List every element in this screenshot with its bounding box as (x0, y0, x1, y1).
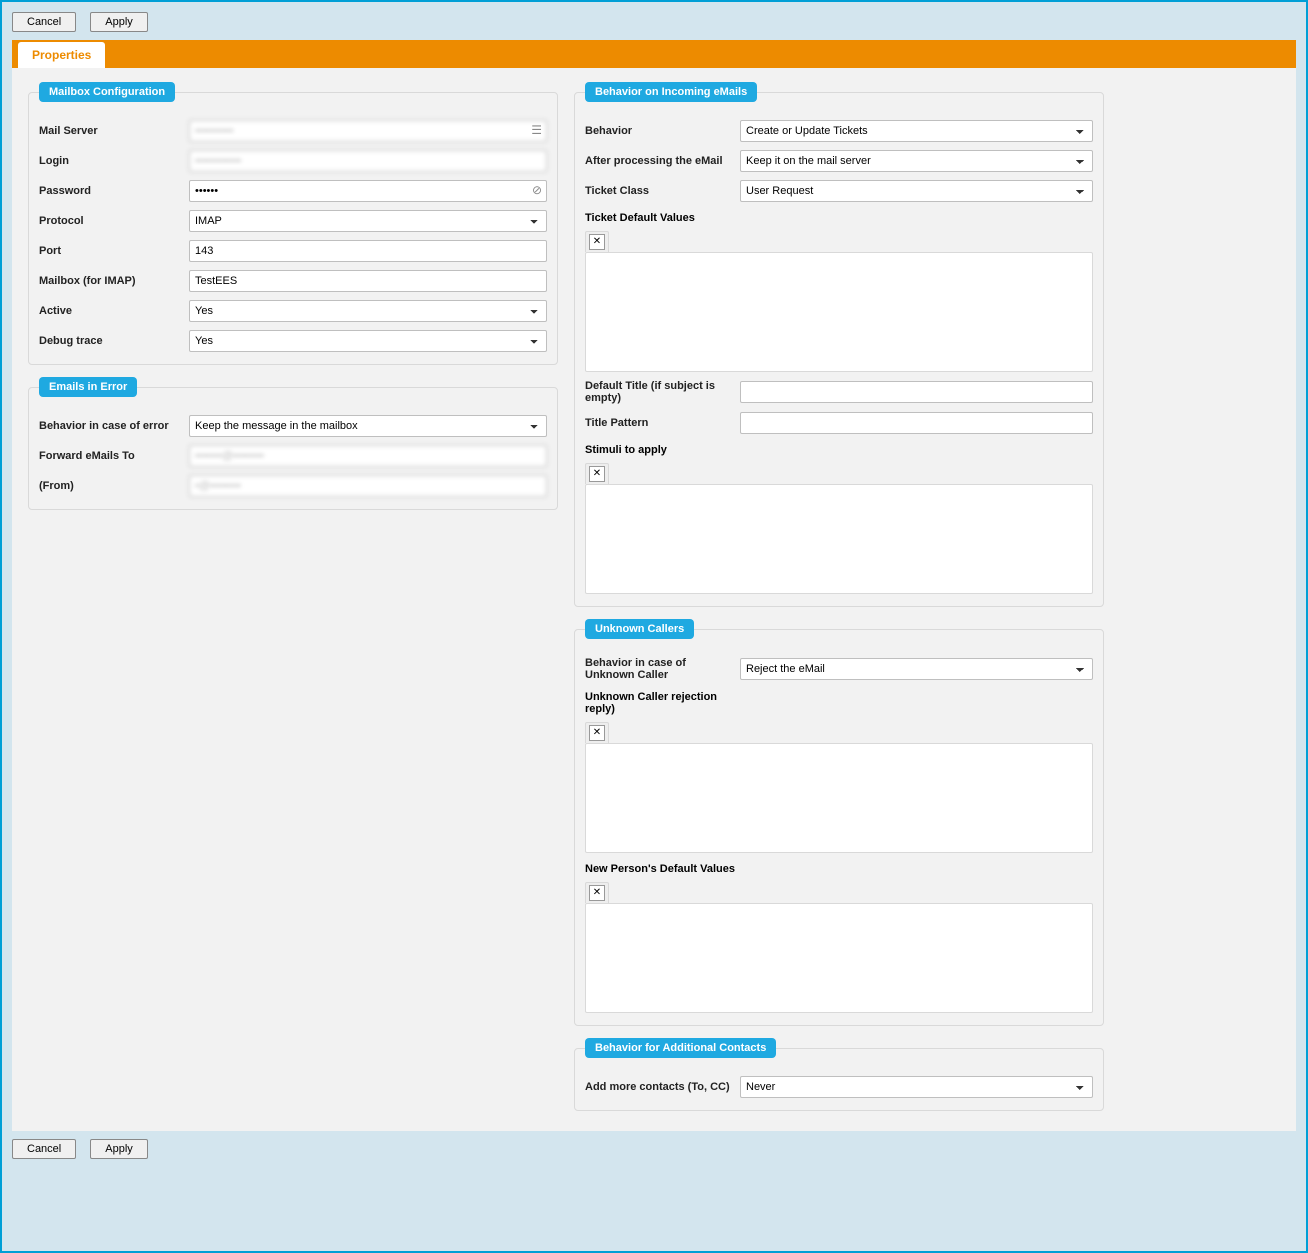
label-active: Active (39, 305, 189, 317)
password-reveal-icon[interactable]: ⊘ (532, 183, 542, 197)
tab-properties[interactable]: Properties (18, 42, 105, 68)
error-behavior-select[interactable]: Keep the message in the mailbox (189, 415, 547, 437)
legend-additional: Behavior for Additional Contacts (585, 1038, 776, 1058)
label-login: Login (39, 155, 189, 167)
label-ticket-class: Ticket Class (585, 185, 740, 197)
legend-incoming: Behavior on Incoming eMails (585, 82, 757, 102)
label-port: Port (39, 245, 189, 257)
fieldset-unknown-callers: Unknown Callers Behavior in case of Unkn… (574, 619, 1104, 1026)
incoming-behavior-select[interactable]: Create or Update Tickets (740, 120, 1093, 142)
label-from: (From) (39, 480, 189, 492)
label-title-pattern: Title Pattern (585, 417, 740, 429)
stimuli-toolbar: ✕ (585, 463, 609, 484)
label-error-behavior: Behavior in case of error (39, 420, 189, 432)
label-mail-server: Mail Server (39, 125, 189, 137)
fieldset-errors: Emails in Error Behavior in case of erro… (28, 377, 558, 510)
ticket-defaults-editor[interactable] (585, 252, 1093, 372)
fullscreen-icon[interactable]: ✕ (589, 234, 605, 250)
fullscreen-icon[interactable]: ✕ (589, 725, 605, 741)
label-rejection-reply: Unknown Caller rejection reply) (585, 691, 735, 715)
label-ticket-defaults: Ticket Default Values (585, 212, 1093, 224)
top-buttons: Cancel Apply (12, 12, 1296, 32)
label-mailbox-imap: Mailbox (for IMAP) (39, 275, 189, 287)
login-input[interactable] (189, 150, 547, 172)
title-pattern-input[interactable] (740, 412, 1093, 434)
label-protocol: Protocol (39, 215, 189, 227)
content-area: Mailbox Configuration Mail Server ☰ Logi… (12, 68, 1296, 1131)
fullscreen-icon[interactable]: ✕ (589, 466, 605, 482)
label-inc-behavior: Behavior (585, 125, 740, 137)
ticket-defaults-toolbar: ✕ (585, 231, 609, 252)
legend-unknown: Unknown Callers (585, 619, 694, 639)
autofill-icon: ☰ (531, 123, 542, 137)
default-title-input[interactable] (740, 381, 1093, 403)
fieldset-incoming: Behavior on Incoming eMails Behavior Cre… (574, 82, 1104, 607)
fullscreen-icon[interactable]: ✕ (589, 885, 605, 901)
apply-button[interactable]: Apply (90, 12, 148, 32)
label-forward-to: Forward eMails To (39, 450, 189, 462)
rejection-toolbar: ✕ (585, 722, 609, 743)
stimuli-editor[interactable] (585, 484, 1093, 594)
port-input[interactable] (189, 240, 547, 262)
label-add-more-contacts: Add more contacts (To, CC) (585, 1081, 740, 1093)
label-password: Password (39, 185, 189, 197)
debug-select[interactable]: Yes (189, 330, 547, 352)
ticket-class-select[interactable]: User Request (740, 180, 1093, 202)
cancel-button-bottom[interactable]: Cancel (12, 1139, 76, 1159)
label-debug: Debug trace (39, 335, 189, 347)
label-default-title: Default Title (if subject is empty) (585, 380, 740, 404)
fieldset-additional-contacts: Behavior for Additional Contacts Add mor… (574, 1038, 1104, 1111)
protocol-select[interactable]: IMAP (189, 210, 547, 232)
label-new-person-defaults: New Person's Default Values (585, 863, 735, 875)
apply-button-bottom[interactable]: Apply (90, 1139, 148, 1159)
tabs-bar: Properties (12, 40, 1296, 68)
legend-mailbox: Mailbox Configuration (39, 82, 175, 102)
from-input[interactable] (189, 475, 547, 497)
unknown-behavior-select[interactable]: Reject the eMail (740, 658, 1093, 680)
active-select[interactable]: Yes (189, 300, 547, 322)
label-after-processing: After processing the eMail (585, 155, 740, 167)
label-stimuli: Stimuli to apply (585, 444, 1093, 456)
after-processing-select[interactable]: Keep it on the mail server (740, 150, 1093, 172)
legend-errors: Emails in Error (39, 377, 137, 397)
rejection-reply-editor[interactable] (585, 743, 1093, 853)
cancel-button[interactable]: Cancel (12, 12, 76, 32)
forward-to-input[interactable] (189, 445, 547, 467)
label-unknown-behavior: Behavior in case of Unknown Caller (585, 657, 740, 681)
mailbox-imap-input[interactable] (189, 270, 547, 292)
password-input[interactable] (189, 180, 547, 202)
fieldset-mailbox: Mailbox Configuration Mail Server ☰ Logi… (28, 82, 558, 365)
mail-server-input[interactable] (189, 120, 547, 142)
new-person-defaults-editor[interactable] (585, 903, 1093, 1013)
bottom-buttons: Cancel Apply (12, 1139, 1296, 1159)
add-contacts-select[interactable]: Never (740, 1076, 1093, 1098)
new-person-toolbar: ✕ (585, 882, 609, 903)
